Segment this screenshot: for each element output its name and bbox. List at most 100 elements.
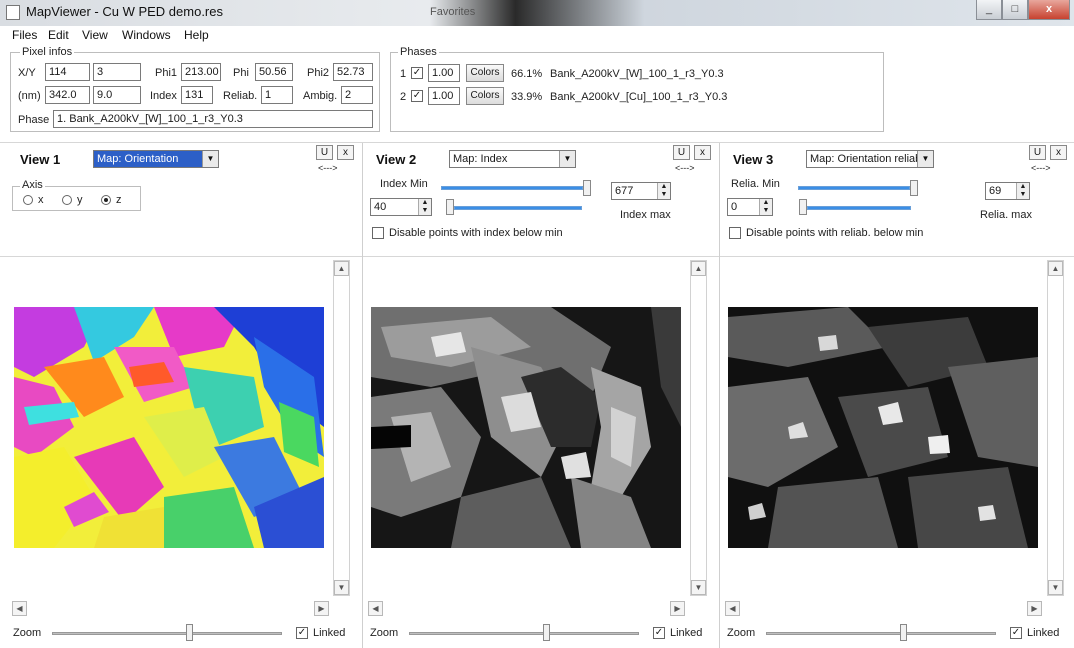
- view1-u-button[interactable]: U: [316, 145, 333, 160]
- view1-zoom-thumb[interactable]: [186, 624, 193, 641]
- relia-min-spinner-icon[interactable]: ▲ ▼: [759, 199, 772, 215]
- view2-u-button[interactable]: U: [673, 145, 690, 160]
- phases-title: Phases: [398, 46, 439, 58]
- phi2-field[interactable]: 52.73: [333, 63, 373, 81]
- axis-x-radio[interactable]: [23, 195, 33, 205]
- view3-linked-label: Linked: [1027, 627, 1060, 639]
- phase-row-1-num: 1: [400, 68, 407, 80]
- phase-2-colors-button[interactable]: Colors: [466, 87, 504, 105]
- view1-linked-checkbox[interactable]: ✓: [296, 627, 308, 639]
- view2-linked-checkbox[interactable]: ✓: [653, 627, 665, 639]
- axis-title: Axis: [20, 179, 45, 191]
- menu-help[interactable]: Help: [184, 28, 209, 42]
- view2-scroll-down-icon[interactable]: ▼: [691, 580, 706, 595]
- panel-separator-1: [362, 143, 363, 648]
- view1-map-select[interactable]: Map: Orientation ▼: [93, 150, 219, 168]
- x-nm-field[interactable]: 342.0: [45, 86, 90, 104]
- controls-divider: [0, 256, 1074, 257]
- view3-zoom-slider[interactable]: [766, 632, 996, 635]
- view2-scroll-right-icon[interactable]: ▶: [670, 601, 685, 616]
- index-min-slider[interactable]: [441, 186, 583, 190]
- xy-label: X/Y: [18, 67, 36, 79]
- close-button[interactable]: x: [1028, 0, 1070, 20]
- view2-vertical-scrollbar[interactable]: [690, 260, 707, 596]
- reliab-field[interactable]: 1: [261, 86, 293, 104]
- view1-scroll-left-icon[interactable]: ◀: [12, 601, 27, 616]
- relia-max-slider[interactable]: [807, 206, 911, 210]
- axis-z-radio[interactable]: [101, 195, 111, 205]
- orientation-map-image: [14, 307, 324, 548]
- view2-close-button[interactable]: x: [694, 145, 711, 160]
- phase-1-checkbox[interactable]: ✓: [411, 67, 423, 79]
- view3-zoom-thumb[interactable]: [900, 624, 907, 641]
- view1-close-button[interactable]: x: [337, 145, 354, 160]
- view1-vertical-scrollbar[interactable]: [333, 260, 350, 596]
- view2-map-value: Map: Index: [453, 153, 508, 165]
- relia-min-field[interactable]: 0 ▲ ▼: [727, 198, 773, 216]
- index-max-field[interactable]: 677 ▲ ▼: [611, 182, 671, 200]
- view1-scroll-right-icon[interactable]: ▶: [314, 601, 329, 616]
- view1-scroll-up-icon[interactable]: ▲: [334, 261, 349, 276]
- phi1-field[interactable]: 213.00: [181, 63, 221, 81]
- index-min-slider-thumb[interactable]: [583, 180, 591, 196]
- index-field[interactable]: 131: [181, 86, 213, 104]
- x-field[interactable]: 114: [45, 63, 90, 81]
- view2-zoom-slider[interactable]: [409, 632, 639, 635]
- ambig-field[interactable]: 2: [341, 86, 373, 104]
- relia-min-slider-thumb[interactable]: [910, 180, 918, 196]
- relia-max-label: Relia. max: [980, 209, 1032, 221]
- index-max-slider-thumb[interactable]: [446, 199, 454, 215]
- index-max-slider[interactable]: [454, 206, 582, 210]
- view1-orientation-map[interactable]: [14, 307, 324, 548]
- phi-field[interactable]: 50.56: [255, 63, 293, 81]
- view1-arrows-label: <--->: [318, 163, 338, 173]
- index-min-field[interactable]: 40 ▲ ▼: [370, 198, 432, 216]
- view2-zoom-thumb[interactable]: [543, 624, 550, 641]
- phase-field[interactable]: 1. Bank_A200kV_[W]_100_1_r3_Y0.3: [53, 110, 373, 128]
- view3-linked-checkbox[interactable]: ✓: [1010, 627, 1022, 639]
- view2-map-select[interactable]: Map: Index ▼: [449, 150, 576, 168]
- index-max-spinner-icon[interactable]: ▲ ▼: [657, 183, 670, 199]
- view3-vertical-scrollbar[interactable]: [1047, 260, 1064, 596]
- view2-index-map[interactable]: [371, 307, 681, 548]
- phase-2-checkbox[interactable]: ✓: [411, 90, 423, 102]
- phase-2-value[interactable]: 1.00: [428, 87, 460, 105]
- view3-scroll-up-icon[interactable]: ▲: [1048, 261, 1063, 276]
- view3-scroll-down-icon[interactable]: ▼: [1048, 580, 1063, 595]
- maximize-button[interactable]: □: [1002, 0, 1028, 20]
- menu-files[interactable]: Files: [12, 28, 37, 42]
- view3-u-button[interactable]: U: [1029, 145, 1046, 160]
- phase-1-value[interactable]: 1.00: [428, 64, 460, 82]
- minimize-button[interactable]: _: [976, 0, 1002, 20]
- disable-index-checkbox[interactable]: [372, 227, 384, 239]
- view3-map-value: Map: Orientation reliab: [810, 153, 922, 165]
- app-icon: [6, 5, 20, 20]
- menu-view[interactable]: View: [82, 28, 108, 42]
- menu-edit[interactable]: Edit: [48, 28, 69, 42]
- view3-map-select[interactable]: Map: Orientation reliab ▼: [806, 150, 934, 168]
- phase-1-colors-button[interactable]: Colors: [466, 64, 504, 82]
- relia-min-slider[interactable]: [798, 186, 910, 190]
- view1-scroll-down-icon[interactable]: ▼: [334, 580, 349, 595]
- index-min-spinner-icon[interactable]: ▲ ▼: [418, 199, 431, 215]
- y-field[interactable]: 3: [93, 63, 141, 81]
- phi-label: Phi: [233, 67, 249, 79]
- disable-reliab-checkbox[interactable]: [729, 227, 741, 239]
- view3-zoom-label: Zoom: [727, 627, 756, 639]
- view3-scroll-left-icon[interactable]: ◀: [725, 601, 740, 616]
- view2-scroll-left-icon[interactable]: ◀: [368, 601, 383, 616]
- axis-y-radio[interactable]: [62, 195, 72, 205]
- relia-max-slider-thumb[interactable]: [799, 199, 807, 215]
- view3-close-button[interactable]: x: [1050, 145, 1067, 160]
- relia-min-label: Relia. Min: [731, 178, 780, 190]
- y-nm-field[interactable]: 9.0: [93, 86, 141, 104]
- view1-zoom-slider[interactable]: [52, 632, 282, 635]
- relia-max-field[interactable]: 69 ▲ ▼: [985, 182, 1030, 200]
- view3-reliability-map[interactable]: [728, 307, 1038, 548]
- view2-scroll-up-icon[interactable]: ▲: [691, 261, 706, 276]
- view2-zoom-label: Zoom: [370, 627, 399, 639]
- menu-windows[interactable]: Windows: [122, 28, 171, 42]
- relia-max-spinner-icon[interactable]: ▲ ▼: [1016, 183, 1029, 199]
- phase-1-percent: 66.1%: [511, 68, 543, 80]
- view3-scroll-right-icon[interactable]: ▶: [1027, 601, 1042, 616]
